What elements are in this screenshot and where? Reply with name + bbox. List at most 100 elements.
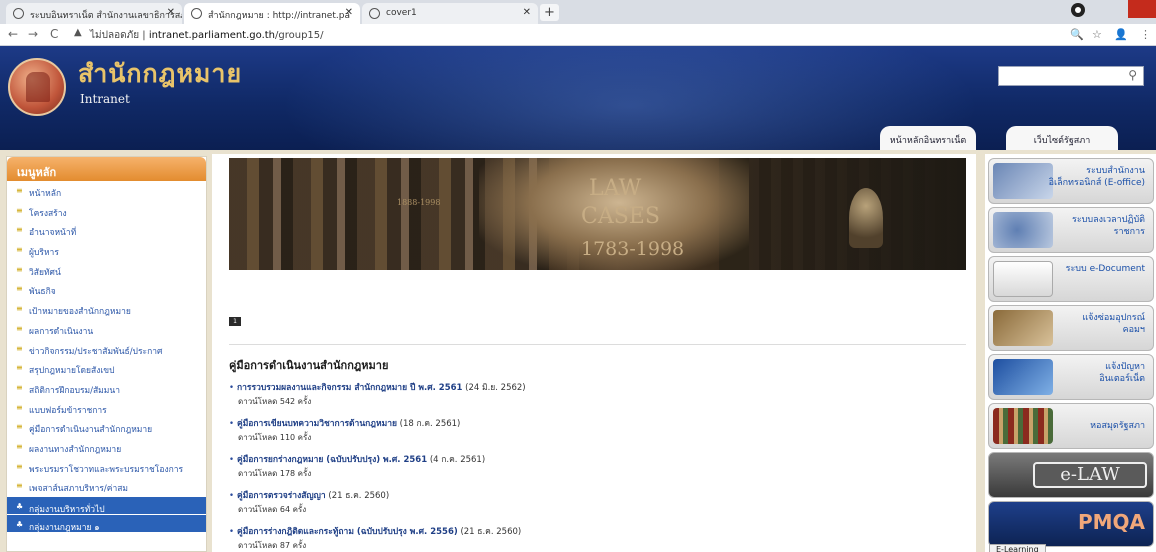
warning-icon[interactable]: ▲ xyxy=(74,27,82,38)
pmqa-button[interactable]: PMQA xyxy=(988,501,1154,547)
list-bullet-icon: ≡ xyxy=(16,245,23,255)
sidebar-item-law-summary[interactable]: ≡ สรุปกฎหมายโดยสังเขป xyxy=(7,358,206,378)
tab-intranet-home[interactable]: หน้าหลักอินทราเน็ต xyxy=(880,126,976,150)
url-field[interactable]: ไม่ปลอดภัย | intranet.parliament.go.th/g… xyxy=(90,28,324,43)
time-attendance-image xyxy=(993,212,1053,248)
library-button[interactable]: หอสมุดรัฐสภา xyxy=(988,403,1154,449)
insecure-label: ไม่ปลอดภัย xyxy=(90,30,140,41)
edocument-button[interactable]: ระบบ e-Document xyxy=(988,256,1154,302)
sidebar-item-manual[interactable]: ≡ คู่มือการดำเนินงานสำนักกฎหมาย xyxy=(7,417,206,437)
sidebar-item-label: คู่มือการดำเนินงานสำนักกฎหมาย xyxy=(29,425,153,436)
sidebar-item-training-stats[interactable]: ≡ สถิติการฝึกอบรม/สัมมนา xyxy=(7,378,206,398)
repair-request-button[interactable]: แจ้งซ่อมอุปกรณ์คอมฯ xyxy=(988,305,1154,351)
elearning-label[interactable]: E-Learning xyxy=(989,544,1046,552)
sidebar-item-forms[interactable]: ≡ แบบฟอร์มข้าราชการ xyxy=(7,398,206,418)
search-input[interactable]: ⚲ xyxy=(998,66,1144,86)
star-icon[interactable]: ☆ xyxy=(1092,28,1102,41)
sidebar-item-page[interactable]: ≡ เพจสาส์นสภาบริหาร/ค่าสม xyxy=(7,476,206,496)
elaw-button[interactable]: e-LAW xyxy=(988,452,1154,498)
list-bullet-icon: ≡ xyxy=(16,205,23,215)
slide-indicator[interactable]: 1 xyxy=(229,317,241,326)
sidebar-item-label: เป้าหมายของสำนักกฎหมาย xyxy=(29,307,131,318)
list-bullet-icon: ≡ xyxy=(16,323,23,333)
profile-icon[interactable]: 👤 xyxy=(1114,28,1128,41)
download-count: ดาวน์โหลด 110 ครั้ง xyxy=(238,433,312,442)
sidebar-item-news[interactable]: ≡ ข่าวกิจกรรม/ประชาสัมพันธ์/ประกาศ xyxy=(7,339,206,359)
list-bullet-icon: ≡ xyxy=(16,343,23,353)
download-count: ดาวน์โหลด 542 ครั้ง xyxy=(238,397,312,406)
browser-tab-3[interactable]: cover1 ✕ xyxy=(362,3,538,24)
sidebar-item-label: ผลงานทางสำนักกฎหมาย xyxy=(29,444,122,455)
new-tab-button[interactable]: + xyxy=(540,4,559,21)
close-icon[interactable]: ✕ xyxy=(167,7,175,18)
pmqa-logo: PMQA xyxy=(1077,510,1145,534)
sidebar-item-structure[interactable]: ≡ โครงสร้าง xyxy=(7,201,206,221)
list-bullet-icon: ≡ xyxy=(16,461,23,471)
document-date: (4 ก.ค. 2561) xyxy=(429,455,486,465)
main-menu: เมนูหลัก ≡ หน้าหลัก ≡ โครงสร้าง ≡ อำนาจหน้า… xyxy=(6,156,207,552)
quick-links-sidebar: ระบบสำนักงานอิเล็กทรอนิกส์ (E-office) ระ… xyxy=(985,154,1156,552)
sidebar-item-works[interactable]: ≡ ผลงานทางสำนักกฎหมาย xyxy=(7,437,206,457)
link-label: แจ้งซ่อมอุปกรณ์คอมฯ xyxy=(1082,313,1145,335)
sidebar-group-admin[interactable]: ♣ กลุ่มงานบริหารทั่วไป xyxy=(7,496,206,514)
books-image xyxy=(993,408,1053,444)
link-label: ระบบสำนักงานอิเล็กทรอนิกส์ (E-office) xyxy=(1048,166,1145,188)
document-link[interactable]: คู่มือการเขียนบทความวิชาการด้านกฎหมาย xyxy=(237,419,397,429)
time-attendance-button[interactable]: ระบบลงเวลาปฏิบัติราชการ xyxy=(988,207,1154,253)
document-date: (24 มิ.ย. 2562) xyxy=(465,383,526,393)
sidebar-item-label: ผลการดำเนินงาน xyxy=(29,326,94,337)
sidebar-item-mission[interactable]: ≡ พันธกิจ xyxy=(7,279,206,299)
lamp-graphic xyxy=(849,188,883,248)
document-link[interactable]: การรวบรวมผลงานและกิจกรรม สำนักกฎหมาย ปี … xyxy=(237,383,462,393)
internet-issue-button[interactable]: แจ้งปัญหาอินเตอร์เน็ต xyxy=(988,354,1154,400)
browser-tab-bar: ระบบอินทราเน็ต สำนักงานเลขาธิการสภา ✕ สำ… xyxy=(0,0,1156,24)
search-icon[interactable]: ⚲ xyxy=(1128,68,1137,82)
sidebar-item-label: โครงสร้าง xyxy=(29,208,67,219)
eoffice-button[interactable]: ระบบสำนักงานอิเล็กทรอนิกส์ (E-office) xyxy=(988,158,1154,204)
reload-icon[interactable]: C xyxy=(50,27,58,41)
sidebar-item-royal-speeches[interactable]: ≡ พระบรมราโชวาทและพระบรมราชโองการ xyxy=(7,457,206,477)
list-bullet-icon: ≡ xyxy=(16,382,23,392)
list-bullet-icon: ≡ xyxy=(16,481,23,491)
sidebar-item-goals[interactable]: ≡ เป้าหมายของสำนักกฎหมาย xyxy=(7,299,206,319)
site-title[interactable]: สำนักกฎหมาย xyxy=(78,54,242,94)
close-icon[interactable]: ✕ xyxy=(523,7,531,18)
zoom-icon[interactable]: 🔍 xyxy=(1070,28,1084,41)
sidebar-item-performance[interactable]: ≡ ผลการดำเนินงาน xyxy=(7,319,206,339)
list-bullet-icon: ≡ xyxy=(16,284,23,294)
list-bullet-icon: • xyxy=(229,419,235,429)
sidebar-group-law1[interactable]: ♣ กลุ่มงานกฎหมาย ๑ xyxy=(7,514,206,532)
list-bullet-icon: ≡ xyxy=(16,363,23,373)
window-close-button[interactable] xyxy=(1128,0,1156,18)
parliament-logo[interactable] xyxy=(8,58,66,116)
sidebar-item-home[interactable]: ≡ หน้าหลัก xyxy=(7,181,206,201)
address-bar: ← → C ▲ ไม่ปลอดภัย | intranet.parliament… xyxy=(0,24,1156,46)
banner-law-text: LAW xyxy=(589,176,642,201)
document-link[interactable]: คู่มือการตรวจร่างสัญญา xyxy=(237,491,326,501)
back-icon[interactable]: ← xyxy=(8,27,18,41)
list-bullet-icon: • xyxy=(229,455,235,465)
menu-header: เมนูหลัก xyxy=(7,157,206,181)
document-link[interactable]: คู่มือการร่างกฎิติดและกระทู้ถาม (ฉบับปรั… xyxy=(237,527,458,537)
list-item: • คู่มือการตรวจร่างสัญญา (21 ธ.ค. 2560) ด… xyxy=(229,488,829,516)
globe-icon xyxy=(369,8,380,19)
link-label: ระบบลงเวลาปฏิบัติราชการ xyxy=(1071,215,1145,237)
sidebar-item-label: สรุปกฎหมายโดยสังเขป xyxy=(29,366,115,377)
browser-tab-1[interactable]: ระบบอินทราเน็ต สำนักงานเลขาธิการสภา ✕ xyxy=(6,3,182,24)
browser-tab-label: สำนักกฎหมาย : http://intranet.pa xyxy=(208,11,350,21)
list-item: • การรวบรวมผลงานและกิจกรรม สำนักกฎหมาย ปี… xyxy=(229,380,829,408)
link-label: หอสมุดรัฐสภา xyxy=(1090,421,1145,431)
close-icon[interactable]: ✕ xyxy=(345,7,353,18)
sidebar-item-executives[interactable]: ≡ ผู้บริหาร xyxy=(7,240,206,260)
sidebar-item-label: สถิติการฝึกอบรม/สัมมนา xyxy=(29,385,120,396)
forward-icon[interactable]: → xyxy=(28,27,38,41)
tab-parliament-website[interactable]: เว็บไซต์รัฐสภา xyxy=(1006,126,1118,150)
sidebar-item-duties[interactable]: ≡ อำนาจหน้าที่ xyxy=(7,220,206,240)
profile-circle-icon[interactable] xyxy=(1071,3,1085,17)
sidebar-item-vision[interactable]: ≡ วิสัยทัศน์ xyxy=(7,260,206,280)
browser-tab-2[interactable]: สำนักกฎหมาย : http://intranet.pa ✕ xyxy=(184,3,360,24)
sidebar-group-label: กลุ่มงานบริหารทั่วไป xyxy=(29,505,105,514)
document-link[interactable]: คู่มือการยกร่างกฎหมาย (ฉบับปรับปรุง) พ.ศ… xyxy=(237,455,427,465)
main-content: 1888-1998 LAW CASES 1783-1998 1 คู่มือกา… xyxy=(212,154,976,552)
menu-icon[interactable]: ⋮ xyxy=(1140,28,1151,41)
